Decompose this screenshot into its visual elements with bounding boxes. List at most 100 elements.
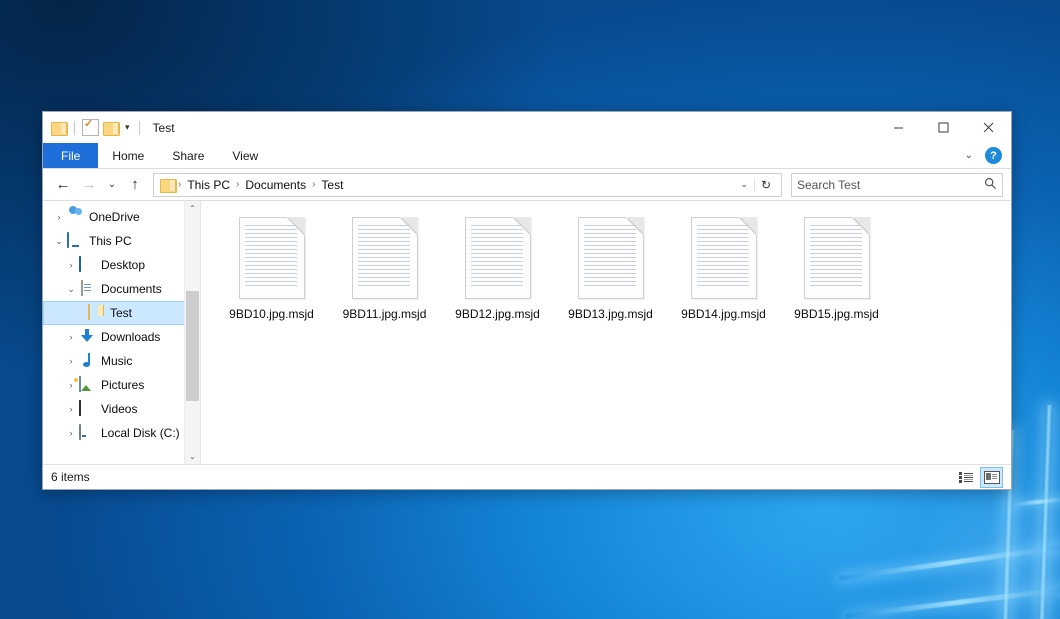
chevron-right-icon[interactable]: › [63,428,79,438]
breadcrumb-this-pc[interactable]: This PC [183,178,234,192]
chevron-right-icon[interactable]: › [63,404,79,414]
file-name: 9BD12.jpg.msjd [455,307,540,321]
sidebar-item-label: Videos [101,402,137,416]
file-explorer-window: ▾ Test File Home Share View ⌄ ? ← → [42,111,1012,490]
chevron-right-icon[interactable]: › [51,212,67,222]
back-button[interactable]: ← [51,173,75,197]
cloud-icon [67,209,83,225]
sidebar-item-label: Downloads [101,330,160,344]
tab-home[interactable]: Home [98,143,158,168]
window-title: Test [153,121,175,135]
file-item[interactable]: 9BD10.jpg.msjd [215,215,328,321]
file-name: 9BD14.jpg.msjd [681,307,766,321]
sidebar-item-label: Documents [101,282,162,296]
details-view-button[interactable] [955,468,976,487]
status-bar: 6 items [43,464,1011,489]
sidebar-item-this-pc[interactable]: ⌄ This PC [43,229,200,253]
item-count-label: 6 items [51,470,955,484]
sidebar-item-videos[interactable]: › Videos [43,397,200,421]
search-input[interactable]: Search Test [797,178,984,192]
tab-file[interactable]: File [43,143,98,168]
forward-button: → [77,173,101,197]
generic-document-icon [691,217,757,299]
sidebar-item-pictures[interactable]: › Pictures [43,373,200,397]
folder-icon[interactable] [51,121,67,134]
file-item[interactable]: 9BD12.jpg.msjd [441,215,554,321]
minimize-button[interactable] [876,112,921,143]
folder-icon [88,305,104,321]
file-name: 9BD13.jpg.msjd [568,307,653,321]
generic-document-icon [352,217,418,299]
sidebar-item-label: Music [101,354,132,368]
sidebar-item-label: Local Disk (C:) [101,426,180,440]
toolbar-divider [74,121,75,135]
quick-access-toolbar: ▾ [43,119,143,136]
chevron-down-icon[interactable]: ▾ [123,123,132,132]
download-icon [79,329,95,345]
large-icons-view-icon [984,471,1000,484]
chevron-right-icon[interactable]: › [63,356,79,366]
sidebar-item-label: This PC [89,234,132,248]
search-box[interactable]: Search Test [791,173,1003,197]
toolbar-divider [139,121,140,135]
sidebar-item-label: Pictures [101,378,144,392]
sidebar-item-onedrive[interactable]: › OneDrive [43,205,200,229]
sidebar-item-label: OneDrive [89,210,140,224]
tab-share[interactable]: Share [158,143,218,168]
explorer-body: › OneDrive ⌄ This PC › Desktop ⌄ Documen… [43,200,1011,464]
chevron-right-icon[interactable]: › [63,332,79,342]
file-name: 9BD15.jpg.msjd [794,307,879,321]
large-icons-view-button[interactable] [980,467,1003,488]
recent-locations-button[interactable]: ⌄ [103,173,121,197]
breadcrumb-documents[interactable]: Documents [241,178,310,192]
breadcrumb: › This PC › Documents › Test [178,178,734,192]
up-button[interactable]: ↑ [123,173,147,197]
chevron-down-icon[interactable]: ⌄ [734,179,754,190]
close-button[interactable] [966,112,1011,143]
sidebar-item-documents[interactable]: ⌄ Documents [43,277,200,301]
chevron-right-icon[interactable]: › [63,260,79,270]
generic-document-icon [465,217,531,299]
videos-icon [79,401,95,417]
tab-view[interactable]: View [218,143,272,168]
file-item[interactable]: 9BD15.jpg.msjd [780,215,893,321]
chevron-down-icon[interactable]: ⌄ [959,150,979,161]
breadcrumb-test[interactable]: Test [317,178,347,192]
sidebar-item-test[interactable]: Test [43,301,194,325]
monitor-icon [67,233,83,249]
sidebar-item-downloads[interactable]: › Downloads [43,325,200,349]
sidebar-item-local-disk[interactable]: › Local Disk (C:) [43,421,200,445]
refresh-icon[interactable]: ↻ [754,178,777,192]
file-item[interactable]: 9BD14.jpg.msjd [667,215,780,321]
breadcrumb-separator: › [178,179,181,190]
navigation-pane: › OneDrive ⌄ This PC › Desktop ⌄ Documen… [43,201,201,464]
details-view-icon [959,472,973,483]
sidebar-item-label: Test [110,306,132,320]
scroll-down-icon[interactable]: ⌄ [185,449,200,464]
file-item[interactable]: 9BD13.jpg.msjd [554,215,667,321]
disk-icon [79,425,95,441]
generic-document-icon [578,217,644,299]
scrollbar-thumb[interactable] [186,291,199,401]
scroll-up-icon[interactable]: ⌃ [185,201,200,216]
file-item[interactable]: 9BD11.jpg.msjd [328,215,441,321]
new-folder-icon[interactable] [103,121,119,134]
chevron-down-icon[interactable]: ⌄ [51,236,67,247]
music-icon [79,353,95,369]
properties-checkbox-icon[interactable] [82,119,99,136]
document-icon [79,281,95,297]
file-name: 9BD10.jpg.msjd [229,307,314,321]
file-list-pane[interactable]: 9BD10.jpg.msjd 9BD11.jpg.msjd 9BD12.jpg.… [201,201,1011,464]
sidebar-item-label: Desktop [101,258,145,272]
sidebar-scrollbar[interactable]: ⌃ ⌄ [184,201,200,464]
maximize-button[interactable] [921,112,966,143]
view-mode-buttons [955,467,1003,488]
chevron-down-icon[interactable]: ⌄ [63,284,79,295]
help-icon[interactable]: ? [985,147,1002,164]
address-bar[interactable]: › This PC › Documents › Test ⌄ ↻ [153,173,782,197]
search-icon [984,177,997,193]
sidebar-item-desktop[interactable]: › Desktop [43,253,200,277]
title-bar: ▾ Test [43,112,1011,143]
sidebar-item-music[interactable]: › Music [43,349,200,373]
breadcrumb-separator: › [236,179,239,190]
